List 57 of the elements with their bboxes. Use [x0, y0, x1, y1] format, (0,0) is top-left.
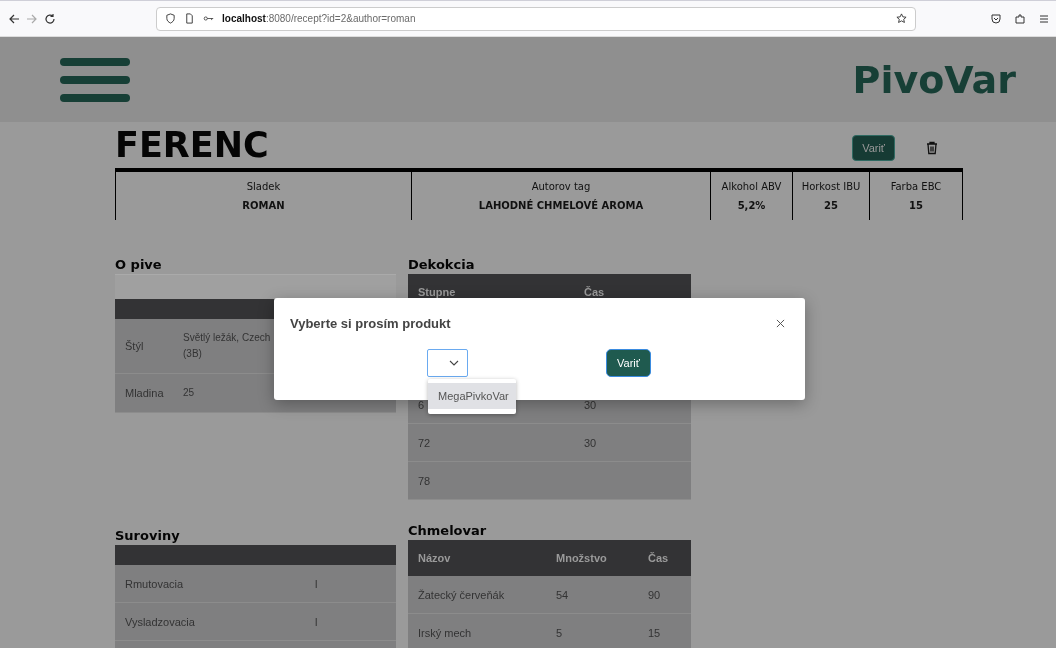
- recipe-title: FERENC: [115, 125, 269, 165]
- info-value: LAHODNÉ CHMELOVÉ AROMA: [478, 200, 644, 211]
- pocket-icon[interactable]: [990, 12, 1002, 25]
- info-label: Alkohol ABV: [721, 181, 782, 192]
- brew-button[interactable]: Variť: [852, 135, 895, 161]
- url-text: localhost:8080/recept?id=2&author=roman: [222, 13, 417, 24]
- info-value: 15: [909, 200, 923, 211]
- close-icon[interactable]: [776, 319, 785, 328]
- info-value: 5,2%: [737, 200, 766, 211]
- table-cell-text: Rmutovacia: [125, 577, 185, 590]
- trash-icon[interactable]: [925, 141, 939, 155]
- table-cell-text: 25: [183, 386, 196, 400]
- address-bar[interactable]: localhost:8080/recept?id=2&author=roman: [156, 6, 916, 31]
- dropdown-option[interactable]: MegaPivkoVar: [428, 383, 516, 409]
- table-cell-text: Irský mech: [418, 626, 473, 639]
- table-cell-text: 30: [584, 436, 598, 449]
- modal-title: Vyberte si prosím produkt: [290, 316, 451, 331]
- info-label: Sladek: [246, 181, 281, 192]
- info-value: 25: [824, 200, 838, 211]
- table-cell-text: 72: [418, 436, 432, 449]
- table-cell-text: 90: [648, 588, 662, 601]
- table-cell-text: 15: [648, 626, 662, 639]
- menu-icon[interactable]: [60, 57, 130, 102]
- extensions-icon[interactable]: [1014, 12, 1026, 25]
- table-cell-text: Vysladzovacia: [125, 615, 196, 628]
- table-cell-text: Štýl: [125, 340, 145, 352]
- table-cell-text: Světlý ležák, Czech (3B): [183, 331, 271, 361]
- column-header: Čas: [648, 552, 670, 564]
- info-value: ROMAN: [242, 200, 285, 211]
- section-title: Suroviny: [115, 527, 181, 545]
- column-header: Čas: [584, 286, 606, 298]
- section-title: Chmelovar: [408, 522, 488, 540]
- reload-icon[interactable]: [44, 12, 56, 25]
- column-header: Stupne: [418, 286, 457, 298]
- table-cell-text: Mladina: [125, 387, 165, 399]
- menu-icon[interactable]: [1038, 12, 1050, 25]
- back-icon[interactable]: [8, 12, 20, 25]
- table-cell-text: 54: [556, 588, 570, 601]
- info-label: Autorov tag: [531, 181, 591, 192]
- table-cell-text: 78: [418, 474, 432, 487]
- section-title: Dekokcia: [408, 256, 476, 274]
- info-label: Horkost IBU: [801, 181, 861, 192]
- table-cell-text: 30: [584, 398, 598, 411]
- key-icon[interactable]: [203, 13, 214, 24]
- table-cell-text: 6: [418, 398, 426, 411]
- column-header: Množstvo: [556, 552, 608, 564]
- star-icon[interactable]: [896, 13, 907, 24]
- page-icon: [184, 13, 195, 24]
- logo[interactable]: PivoVar: [852, 57, 1016, 102]
- info-label: Farba EBC: [890, 181, 942, 192]
- table-cell-text: 5: [556, 626, 564, 639]
- shield-icon[interactable]: [165, 13, 176, 24]
- column-header: Názov: [418, 552, 452, 564]
- section-title: O pive: [115, 256, 163, 274]
- caret-icon: [449, 360, 459, 366]
- table-cell-text: Žatecký červeňák: [418, 588, 506, 601]
- brew-button[interactable]: Variť: [606, 349, 651, 377]
